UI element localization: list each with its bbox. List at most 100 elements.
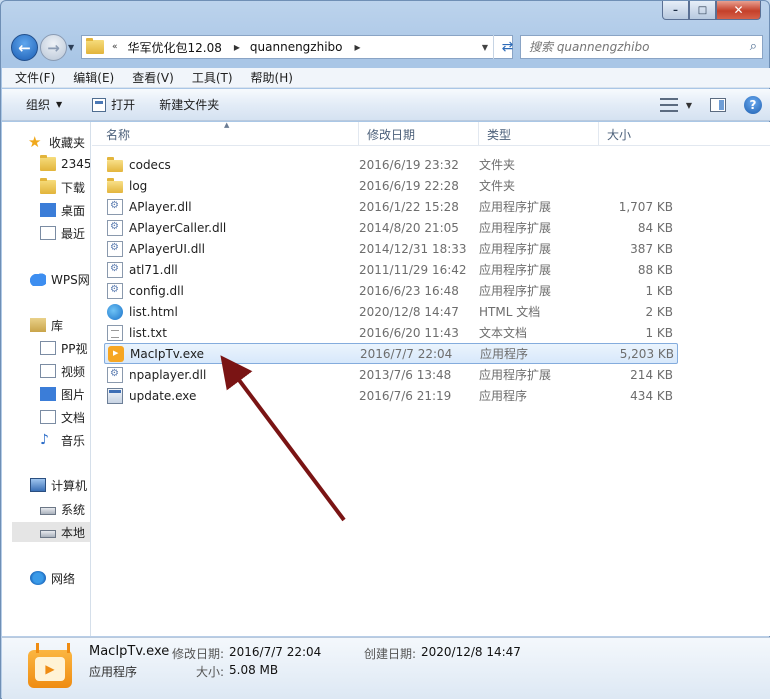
maximize-button[interactable]: □ (689, 1, 716, 20)
new-folder-label: 新建文件夹 (159, 98, 220, 112)
refresh-button[interactable]: ⇄ (493, 35, 521, 59)
nav-label: 计算机 (51, 478, 88, 493)
minimize-button[interactable]: – (662, 1, 689, 20)
details-created-label: 创建日期: (364, 647, 417, 661)
file-type: 文件夹 (479, 158, 516, 172)
nav-fav-item[interactable]: 2345 (40, 154, 90, 174)
search-input[interactable] (529, 40, 739, 54)
breadcrumb-item[interactable]: 华军优化包12.08 (128, 39, 222, 56)
organize-button[interactable]: 组织 ▼ (20, 93, 68, 117)
pp-video-icon (40, 341, 56, 355)
nav-recent[interactable]: 最近 (40, 223, 85, 243)
sort-ascending-icon: ▲ (224, 121, 230, 129)
open-button[interactable]: 打开 (86, 93, 141, 117)
menu-view[interactable]: 查看(V) (129, 68, 177, 87)
search-box[interactable]: ⌕ (520, 35, 763, 59)
file-row[interactable]: update.exe 2016/7/6 21:19 应用程序 434 KB (104, 385, 678, 406)
view-dropdown-icon[interactable]: ▼ (686, 101, 692, 110)
file-row[interactable]: MacIpTv.exe 2016/7/7 22:04 应用程序 5,203 KB (104, 343, 678, 364)
file-row[interactable]: npaplayer.dll 2013/7/6 13:48 应用程序扩展 214 KB (104, 364, 678, 385)
menu-edit[interactable]: 编辑(E) (70, 68, 117, 87)
address-bar[interactable]: « 华军优化包12.08 ▸ quannengzhibo ▸ ▼ (81, 35, 513, 59)
file-type: 应用程序 (480, 347, 529, 361)
file-row[interactable]: list.txt 2016/6/20 11:43 文本文档 1 KB (104, 322, 678, 343)
nav-lib-item[interactable]: PP视 (40, 338, 87, 358)
file-size: 387 KB (630, 241, 673, 256)
nav-desktop[interactable]: 桌面 (40, 200, 85, 220)
search-icon[interactable]: ⌕ (750, 39, 757, 54)
breadcrumb-item[interactable]: quannengzhibo (250, 40, 343, 54)
nav-label: 音乐 (61, 433, 86, 448)
nav-label: 收藏夹 (49, 135, 86, 150)
file-size: 2 KB (645, 304, 673, 319)
file-date: 2011/11/29 16:42 (359, 262, 467, 277)
file-name-cell: APlayer.dll (104, 198, 359, 215)
nav-label: 下载 (61, 180, 86, 195)
nav-computer[interactable]: 计算机 (30, 475, 87, 495)
computer-icon (30, 478, 46, 492)
address-dropdown-icon[interactable]: ▼ (482, 43, 488, 52)
nav-network[interactable]: 网络 (30, 568, 75, 588)
nav-music[interactable]: ♪ 音乐 (40, 430, 85, 450)
file-name-cell: config.dll (104, 282, 359, 299)
back-button[interactable]: ← (11, 34, 38, 61)
file-name-cell: list.html (104, 303, 359, 320)
file-size: 1 KB (645, 325, 673, 340)
details-size-value: 5.08 MB (229, 663, 279, 677)
nav-library[interactable]: 库 (30, 315, 63, 335)
preview-pane-icon[interactable] (710, 98, 726, 112)
cloud-icon (30, 272, 46, 286)
column-type[interactable]: 类型 (479, 122, 599, 146)
details-modified-label: 修改日期: (172, 647, 225, 661)
dll-icon (107, 198, 123, 215)
chevron-right-icon[interactable]: ▸ (234, 40, 240, 54)
chevron-right-icon[interactable]: ▸ (355, 40, 361, 54)
details-file-name: MacIpTv.exe (89, 644, 170, 659)
recent-pages-dropdown[interactable]: ▼ (68, 43, 74, 52)
file-size: 214 KB (630, 367, 673, 382)
nav-downloads[interactable]: 下载 (40, 177, 85, 197)
file-date: 2016/6/23 16:48 (359, 283, 459, 298)
nav-pictures[interactable]: 图片 (40, 384, 85, 404)
file-row[interactable]: APlayerCaller.dll 2014/8/20 21:05 应用程序扩展 84… (104, 217, 678, 238)
minimize-icon: – (673, 4, 678, 16)
file-date: 2013/7/6 13:48 (359, 367, 452, 382)
column-date[interactable]: 修改日期 (359, 122, 479, 146)
column-size[interactable]: 大小 (599, 122, 675, 146)
help-icon[interactable]: ? (744, 96, 762, 114)
file-row[interactable]: config.dll 2016/6/23 16:48 应用程序扩展 1 KB (104, 280, 678, 301)
file-name: list.html (129, 304, 178, 319)
menu-tools[interactable]: 工具(T) (189, 68, 236, 87)
nav-videos[interactable]: 视频 (40, 361, 85, 381)
file-row[interactable]: list.html 2020/12/8 14:47 HTML 文档 2 KB (104, 301, 678, 322)
close-button[interactable]: ✕ (716, 1, 761, 20)
dll-icon (107, 240, 123, 257)
file-row[interactable]: codecs 2016/6/19 23:32 文件夹 (104, 154, 678, 175)
nav-local-drive[interactable]: 本地 (12, 522, 90, 542)
column-name[interactable]: ▲ 名称 (92, 121, 359, 146)
nav-label: WPS网 (51, 272, 90, 287)
file-date: 2020/12/8 14:47 (359, 304, 459, 319)
new-folder-button[interactable]: 新建文件夹 (153, 93, 225, 117)
file-row[interactable]: APlayer.dll 2016/1/22 15:28 应用程序扩展 1,707 KB (104, 196, 678, 217)
file-row[interactable]: log 2016/6/19 22:28 文件夹 (104, 175, 678, 196)
nav-wps[interactable]: WPS网 (30, 269, 90, 289)
menu-help[interactable]: 帮助(H) (248, 68, 296, 87)
nav-favorites[interactable]: ★ 收藏夹 (28, 132, 85, 152)
file-size: 434 KB (630, 388, 673, 403)
file-name-cell: atl71.dll (104, 261, 359, 278)
nav-documents[interactable]: 文档 (40, 407, 85, 427)
file-row[interactable]: APlayerUI.dll 2014/12/31 18:33 应用程序扩展 387 K… (104, 238, 678, 259)
dll-icon (107, 261, 123, 278)
nav-label: 最近 (61, 226, 86, 241)
menu-file[interactable]: 文件(F) (12, 68, 58, 87)
file-size: 1 KB (645, 283, 673, 298)
file-name-cell: npaplayer.dll (104, 366, 359, 383)
file-row[interactable]: atl71.dll 2011/11/29 16:42 应用程序扩展 88 KB (104, 259, 678, 280)
window-icon (92, 97, 107, 112)
nav-system-drive[interactable]: 系统 (40, 499, 85, 519)
view-details-icon[interactable] (659, 98, 678, 112)
breadcrumb-overflow[interactable]: « (112, 42, 118, 52)
forward-button[interactable]: → (40, 34, 67, 61)
file-name-cell: update.exe (104, 387, 359, 404)
